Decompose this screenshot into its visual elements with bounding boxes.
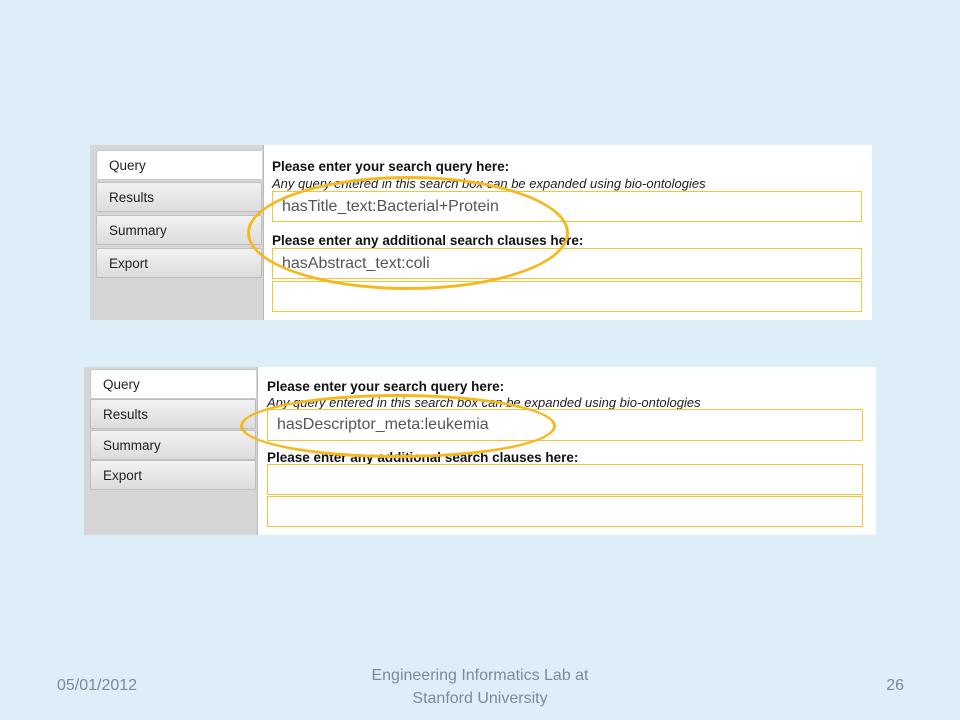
tab-bar: Query Results Summary Export bbox=[90, 145, 264, 320]
footer-date: 05/01/2012 bbox=[57, 677, 138, 694]
tab-export[interactable]: Export bbox=[90, 460, 256, 490]
clauses-heading: Please enter any additional search claus… bbox=[272, 233, 584, 248]
query-panel-bottom: Query Results Summary Export Please ente… bbox=[84, 367, 876, 535]
query-hint: Any query entered in this search box can… bbox=[272, 176, 706, 191]
query-heading: Please enter your search query here: bbox=[267, 379, 505, 394]
clause-input-1[interactable] bbox=[267, 464, 863, 495]
tab-summary[interactable]: Summary bbox=[90, 430, 256, 460]
slide-number: 26 bbox=[886, 677, 904, 694]
search-query-input[interactable]: hasTitle_text:Bacterial+Protein bbox=[272, 191, 862, 222]
footer-affiliation: Engineering Informatics Lab at Stanford … bbox=[371, 667, 589, 707]
clauses-heading: Please enter any additional search claus… bbox=[267, 450, 579, 465]
search-query-input[interactable]: hasDescriptor_meta:leukemia bbox=[267, 409, 863, 441]
query-panel-top: Query Results Summary Export Please ente… bbox=[90, 145, 872, 320]
tab-export[interactable]: Export bbox=[96, 248, 262, 278]
query-heading: Please enter your search query here: bbox=[272, 159, 510, 174]
tab-query[interactable]: Query bbox=[90, 369, 256, 399]
tab-query[interactable]: Query bbox=[96, 150, 262, 180]
tab-summary[interactable]: Summary bbox=[96, 215, 262, 245]
tab-results[interactable]: Results bbox=[90, 399, 256, 429]
tab-results[interactable]: Results bbox=[96, 182, 262, 212]
clause-input-2[interactable] bbox=[272, 281, 862, 312]
query-hint: Any query entered in this search box can… bbox=[267, 395, 701, 410]
tab-bar: Query Results Summary Export bbox=[84, 367, 258, 535]
clause-input-1[interactable]: hasAbstract_text:coli bbox=[272, 248, 862, 279]
clause-input-2[interactable] bbox=[267, 496, 863, 527]
